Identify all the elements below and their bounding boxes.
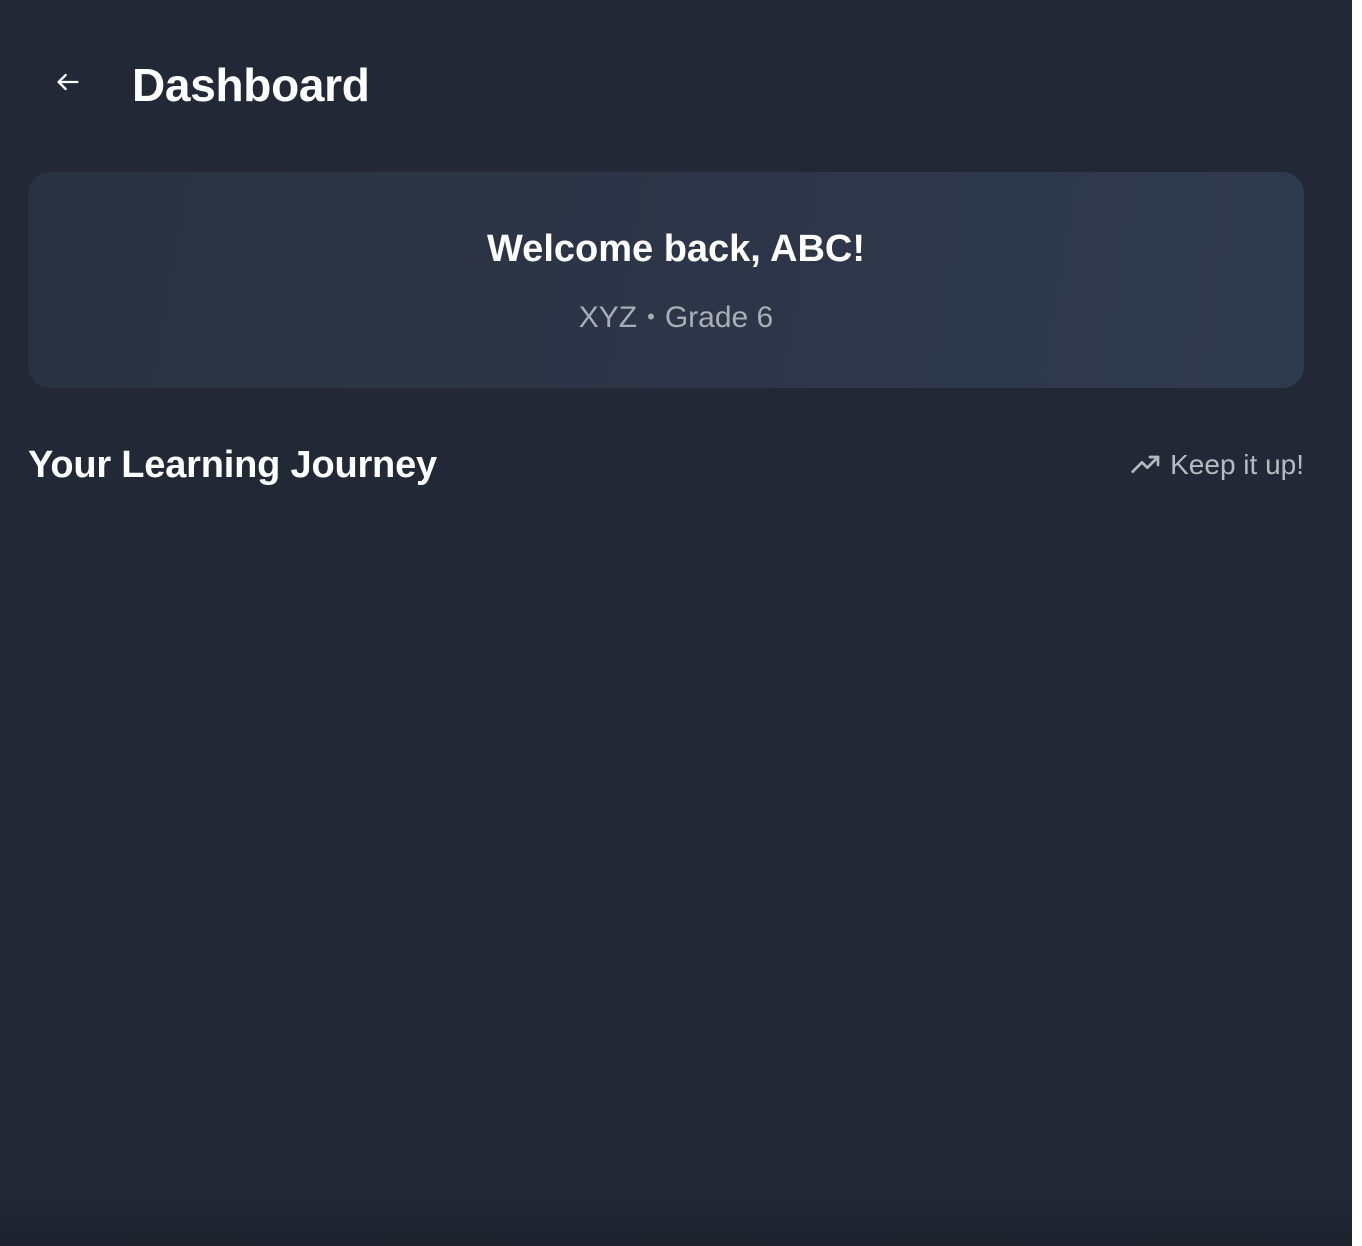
welcome-greeting: Welcome back, ABC! [487,228,865,270]
bottom-fade [0,1186,1352,1246]
grade-label: Grade 6 [664,301,774,334]
back-button[interactable] [46,62,90,106]
separator-dot: • [647,304,655,329]
welcome-subtitle: XYZ • Grade 6 [0,298,1352,337]
school-name: XYZ [578,301,638,334]
welcome-card [28,172,1304,388]
trending-up-icon [1130,449,1162,481]
section-title: Your Learning Journey [28,444,437,486]
dashboard-screen: Dashboard Welcome back, ABC! XYZ • Grade 6… [0,0,1352,1246]
arrow-left-icon [54,68,82,101]
header: Dashboard [0,0,1352,172]
page-title: Dashboard [132,59,370,111]
trend-status-label: Keep it up! [1170,449,1304,480]
trend-status: Keep it up! [1130,446,1304,484]
